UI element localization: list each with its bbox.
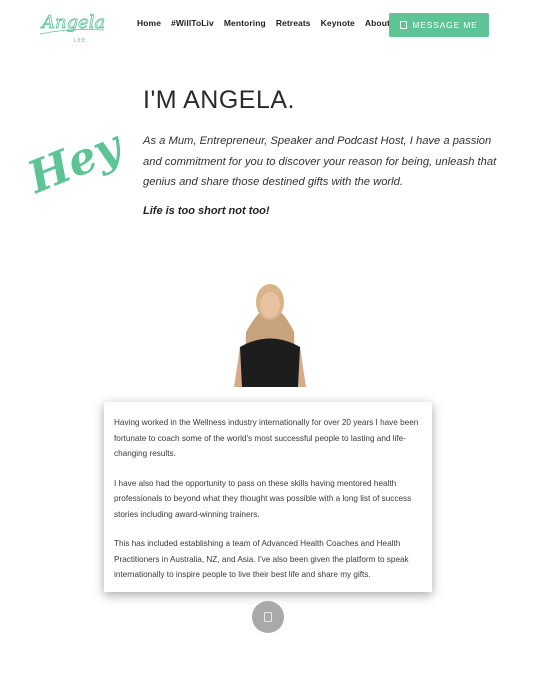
main-nav: Home #WillToLiv Mentoring Retreats Keyno… [137,18,400,28]
nav-about[interactable]: About [365,18,390,28]
nav-keynote[interactable]: Keynote [321,18,355,28]
about-paragraph: I have also had the opportunity to pass … [114,478,412,519]
intro-text: As a Mum, Entrepreneur, Speaker and Podc… [143,135,497,188]
about-card: Having worked in the Wellness industry i… [104,402,432,592]
message-me-label: MESSAGE ME [412,20,478,30]
tagline: Life is too short not too! [143,205,270,217]
nav-home[interactable]: Home [137,18,161,28]
about-paragraph: Having worked in the Wellness industry i… [114,418,419,458]
angela-lee-logo[interactable]: Angela LEE [38,6,108,46]
scroll-icon [264,612,272,622]
page-title: I'M ANGELA. [143,86,295,114]
angela-portrait [234,284,306,387]
message-me-button[interactable]: MESSAGE ME [389,13,489,37]
scroll-down-button[interactable] [252,601,284,633]
hey-text: Hey! [20,114,120,205]
nav-mentoring[interactable]: Mentoring [224,18,266,28]
nav-willtoliv[interactable]: #WillToLiv [171,18,214,28]
site-header: Angela LEE Home #WillToLiv Mentoring Ret… [0,0,539,50]
nav-retreats[interactable]: Retreats [276,18,311,28]
message-icon [400,21,408,29]
logo-sub: LEE [74,38,86,44]
about-paragraph: This has included establishing a team of… [114,539,409,579]
hey-script-graphic: Hey! [20,114,120,205]
